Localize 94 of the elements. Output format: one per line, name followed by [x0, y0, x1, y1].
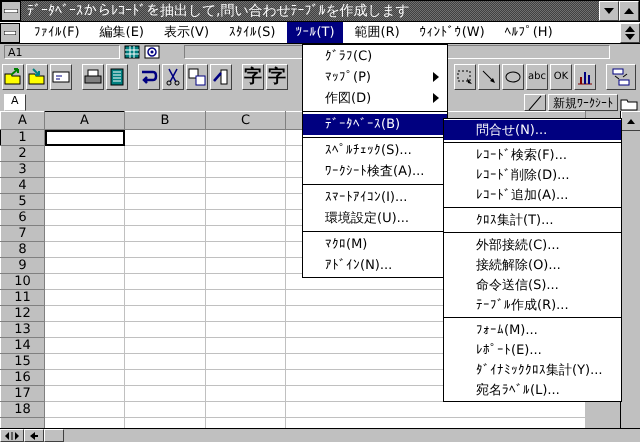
- menu-item[interactable]: ﾌｫｰﾑ(M)...: [444, 320, 621, 340]
- menu-item[interactable]: 編集(E): [92, 22, 152, 43]
- menu-item[interactable]: ｱﾄﾞｲﾝ(N)...: [303, 255, 447, 276]
- column-header[interactable]: C: [206, 112, 286, 130]
- menu-item[interactable]: ｽﾀｲﾙ(S): [221, 22, 284, 43]
- active-cell[interactable]: [44, 130, 124, 146]
- menu-item[interactable]: ｳｨﾝﾄﾞｳ(W): [412, 22, 493, 43]
- font-button[interactable]: 字: [242, 64, 264, 90]
- menu-item[interactable]: ﾃｰﾌﾞﾙ作成(R)...: [444, 295, 621, 315]
- menu-item[interactable]: 命令送信(S)...: [444, 275, 621, 295]
- menu-item[interactable]: ﾌｧｲﾙ(F): [26, 22, 88, 43]
- row-header[interactable]: 16: [0, 370, 44, 386]
- sheet-tab[interactable]: A: [4, 94, 26, 112]
- menu-item[interactable]: ﾏｸﾛ(M): [303, 234, 447, 255]
- tab-scroll-button[interactable]: [0, 429, 24, 442]
- scroll-up-button[interactable]: [621, 111, 640, 132]
- down-arrow-icon: [604, 8, 614, 14]
- row-header[interactable]: 6: [0, 210, 44, 226]
- menu-item[interactable]: 範囲(R): [346, 22, 408, 43]
- row-header[interactable]: 3: [0, 162, 44, 178]
- card-icon[interactable]: [50, 64, 72, 90]
- row-header[interactable]: 7: [0, 226, 44, 242]
- row-header[interactable]: 12: [0, 306, 44, 322]
- row-header[interactable]: 14: [0, 338, 44, 354]
- menu-item[interactable]: ﾚﾎﾟｰﾄ(E)...: [444, 340, 621, 360]
- row-header[interactable]: 13: [0, 322, 44, 338]
- slash-icon[interactable]: [524, 94, 546, 112]
- minimize-button[interactable]: [599, 1, 619, 21]
- grid-icon[interactable]: [124, 44, 140, 60]
- scissors-icon[interactable]: [162, 64, 184, 90]
- row-header[interactable]: 11: [0, 290, 44, 306]
- corner-cell[interactable]: A: [0, 112, 44, 130]
- menu-item[interactable]: ｸﾛｽ集計(T)...: [444, 210, 621, 230]
- menu-item[interactable]: ｸﾞﾗﾌ(C): [303, 46, 447, 67]
- restore-button[interactable]: [620, 22, 640, 42]
- submenu-arrow-icon: [433, 92, 439, 105]
- menu-item[interactable]: ﾃﾞｰﾀﾍﾞｰｽ(B): [303, 114, 447, 135]
- menu-item[interactable]: 宛名ﾗﾍﾞﾙ(L)...: [444, 380, 621, 400]
- menu-item[interactable]: ｽﾍﾟﾙﾁｪｯｸ(S)...: [303, 140, 447, 161]
- column-header[interactable]: A: [44, 112, 124, 130]
- document-menu-icon[interactable]: [0, 22, 20, 42]
- row-header[interactable]: 1: [0, 130, 44, 146]
- scroll-left-button[interactable]: [24, 429, 44, 442]
- document-icon[interactable]: [106, 64, 128, 90]
- submenu-arrow-icon: [433, 71, 439, 84]
- label-tool-button[interactable]: OK: [550, 64, 572, 90]
- font-button[interactable]: 字: [266, 64, 288, 90]
- row-header[interactable]: 15: [0, 354, 44, 370]
- menu-item[interactable]: ﾜｰｸｼｰﾄ検査(A)...: [303, 161, 447, 182]
- menu-item[interactable]: ｽﾏｰﾄｱｲｺﾝ(I)...: [303, 187, 447, 208]
- up-arrow-icon: [627, 118, 635, 124]
- row-header[interactable]: 8: [0, 242, 44, 258]
- row-header[interactable]: 9: [0, 258, 44, 274]
- menu-item[interactable]: ﾀﾞｲﾅﾐｯｸｸﾛｽ集計(Y)...: [444, 360, 621, 380]
- paint-icon[interactable]: [210, 64, 232, 90]
- first-last-arrows-icon: [5, 432, 19, 440]
- label-tool-button[interactable]: abc: [526, 64, 548, 90]
- up-arrow-icon: [624, 8, 634, 14]
- left-arrow-icon: [30, 432, 38, 440]
- printer-icon[interactable]: [82, 64, 104, 90]
- maximize-button[interactable]: [619, 1, 639, 21]
- menu-item[interactable]: ﾚｺｰﾄﾞ削除(D)...: [444, 165, 621, 185]
- open-folder-icon[interactable]: [2, 64, 24, 90]
- menu-item[interactable]: ﾚｺｰﾄﾞ追加(A)...: [444, 185, 621, 205]
- scroll-thumb[interactable]: [44, 429, 64, 442]
- bar-chart-icon[interactable]: [574, 64, 596, 90]
- column-header[interactable]: B: [124, 112, 206, 130]
- menu-item[interactable]: 接続解除(O)...: [444, 255, 621, 275]
- row-header[interactable]: 10: [0, 274, 44, 290]
- menu-item[interactable]: ﾂｰﾙ(T): [287, 22, 343, 43]
- row-header[interactable]: 5: [0, 194, 44, 210]
- menu-item[interactable]: 環境設定(U)...: [303, 208, 447, 229]
- window-title: ﾃﾞｰﾀﾍﾞｰｽからﾚｺｰﾄﾞを抽出して,問い合わせﾃｰﾌﾞﾙを作成します: [26, 4, 410, 18]
- new-sheet-button[interactable]: 新規ﾜｰｸｼｰﾄ: [548, 94, 618, 112]
- row-header[interactable]: 2: [0, 146, 44, 162]
- menu-item[interactable]: ﾏｯﾌﾟ(P): [303, 67, 447, 88]
- copy-icon[interactable]: [186, 64, 208, 90]
- system-menu-icon[interactable]: [1, 1, 21, 21]
- menu-item[interactable]: 問合せ(N)...: [444, 120, 621, 140]
- row-header[interactable]: 4: [0, 178, 44, 194]
- menu-item[interactable]: ﾍﾙﾌﾟ(H): [496, 22, 561, 43]
- menu-item[interactable]: ﾚｺｰﾄﾞ検索(F)...: [444, 145, 621, 165]
- menu-item[interactable]: 外部接続(C)...: [444, 235, 621, 255]
- up-down-arrow-icon: [625, 26, 635, 40]
- cell-reference-field[interactable]: A1: [4, 45, 120, 59]
- horizontal-scrollbar[interactable]: [0, 428, 640, 442]
- row-header[interactable]: 18: [0, 402, 44, 418]
- menu-item[interactable]: 表示(V): [156, 22, 218, 43]
- vertical-scrollbar[interactable]: [620, 111, 640, 428]
- row-header[interactable]: 17: [0, 386, 44, 402]
- sheets-icon[interactable]: [606, 64, 636, 90]
- selection-icon[interactable]: [454, 64, 476, 90]
- folder-icon[interactable]: [26, 64, 48, 90]
- menu-item[interactable]: 作図(D): [303, 88, 447, 109]
